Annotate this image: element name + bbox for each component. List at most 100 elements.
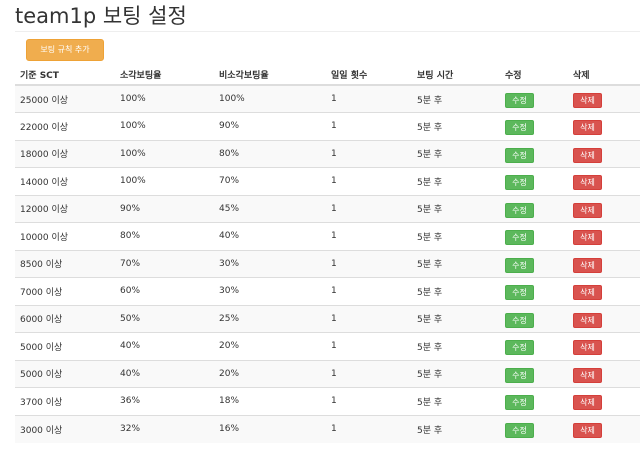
cell-base-sct: 14000 이상: [15, 167, 115, 195]
cell-edit: 수정: [500, 249, 568, 278]
edit-button[interactable]: 수정: [505, 367, 534, 383]
delete-button[interactable]: 삭제: [573, 147, 602, 163]
cell-delete: 삭제: [568, 84, 640, 113]
table-row: 6000 이상 50% 25% 1 5분 후 수정 삭제: [15, 304, 640, 333]
edit-button[interactable]: 수정: [505, 202, 534, 218]
cell-burn-rate: 60%: [115, 277, 214, 305]
cell-delete: 삭제: [568, 222, 640, 250]
edit-button[interactable]: 수정: [505, 230, 534, 246]
cell-edit: 수정: [500, 332, 568, 360]
table-row: 18000 이상 100% 80% 1 5분 후 수정 삭제: [15, 139, 640, 168]
page: team1p 보팅 설정 보팅 규칙 추가 기준 SCT 소각보팅율 비소각보팅…: [0, 0, 640, 463]
cell-daily-count: 1: [326, 387, 412, 415]
cell-burn-rate: 32%: [115, 414, 214, 443]
edit-button[interactable]: 수정: [505, 257, 534, 273]
table-row: 3000 이상 32% 16% 1 5분 후 수정 삭제: [15, 414, 640, 443]
cell-delete: 삭제: [568, 139, 640, 168]
table-row: 5000 이상 40% 20% 1 5분 후 수정 삭제: [15, 359, 640, 388]
cell-base-sct: 18000 이상: [15, 139, 115, 168]
delete-button[interactable]: 삭제: [573, 257, 602, 273]
cell-voting-time: 5분 후: [412, 414, 500, 443]
cell-edit: 수정: [500, 112, 568, 140]
delete-button[interactable]: 삭제: [573, 367, 602, 383]
cell-nonburn-rate: 30%: [214, 277, 326, 305]
cell-voting-time: 5분 후: [412, 304, 500, 333]
edit-button[interactable]: 수정: [505, 395, 534, 411]
cell-delete: 삭제: [568, 167, 640, 195]
edit-button[interactable]: 수정: [505, 175, 534, 191]
edit-button[interactable]: 수정: [505, 340, 534, 356]
table-header-row: 기준 SCT 소각보팅율 비소각보팅율 일일 횟수 보팅 시간 수정 삭제: [15, 64, 640, 86]
header-edit: 수정: [500, 64, 568, 86]
delete-button[interactable]: 삭제: [573, 395, 602, 411]
cell-edit: 수정: [500, 84, 568, 113]
add-voting-rule-button[interactable]: 보팅 규칙 추가: [26, 39, 104, 61]
delete-button[interactable]: 삭제: [573, 202, 602, 218]
cell-burn-rate: 70%: [115, 249, 214, 278]
delete-button[interactable]: 삭제: [573, 120, 602, 136]
delete-button[interactable]: 삭제: [573, 93, 602, 108]
cell-voting-time: 5분 후: [412, 277, 500, 305]
header-base-sct: 기준 SCT: [15, 64, 115, 86]
table-row: 22000 이상 100% 90% 1 5분 후 수정 삭제: [15, 112, 640, 140]
cell-daily-count: 1: [326, 194, 412, 223]
table-row: 3700 이상 36% 18% 1 5분 후 수정 삭제: [15, 387, 640, 415]
cell-voting-time: 5분 후: [412, 84, 500, 113]
cell-daily-count: 1: [326, 167, 412, 195]
cell-base-sct: 5000 이상: [15, 332, 115, 360]
cell-base-sct: 22000 이상: [15, 112, 115, 140]
cell-daily-count: 1: [326, 359, 412, 388]
edit-button[interactable]: 수정: [505, 285, 534, 301]
delete-button[interactable]: 삭제: [573, 312, 602, 328]
table-row: 14000 이상 100% 70% 1 5분 후 수정 삭제: [15, 167, 640, 195]
header-daily-count: 일일 횟수: [326, 64, 412, 86]
cell-edit: 수정: [500, 222, 568, 250]
edit-button[interactable]: 수정: [505, 312, 534, 328]
table-body: 25000 이상 100% 100% 1 5분 후 수정 삭제 22000 이상 100% 90%…: [15, 84, 640, 443]
delete-button[interactable]: 삭제: [573, 175, 602, 191]
cell-burn-rate: 40%: [115, 332, 214, 360]
edit-button[interactable]: 수정: [505, 423, 534, 438]
cell-daily-count: 1: [326, 277, 412, 305]
cell-burn-rate: 90%: [115, 194, 214, 223]
cell-nonburn-rate: 25%: [214, 304, 326, 333]
cell-base-sct: 3700 이상: [15, 387, 115, 415]
edit-button[interactable]: 수정: [505, 147, 534, 163]
cell-base-sct: 10000 이상: [15, 222, 115, 250]
cell-delete: 삭제: [568, 249, 640, 278]
cell-voting-time: 5분 후: [412, 249, 500, 278]
delete-button[interactable]: 삭제: [573, 340, 602, 356]
delete-button[interactable]: 삭제: [573, 230, 602, 246]
cell-edit: 수정: [500, 139, 568, 168]
cell-burn-rate: 40%: [115, 359, 214, 388]
table-row: 10000 이상 80% 40% 1 5분 후 수정 삭제: [15, 222, 640, 250]
cell-burn-rate: 100%: [115, 139, 214, 168]
header-voting-time: 보팅 시간: [412, 64, 500, 86]
cell-daily-count: 1: [326, 222, 412, 250]
cell-voting-time: 5분 후: [412, 387, 500, 415]
cell-base-sct: 7000 이상: [15, 277, 115, 305]
delete-button[interactable]: 삭제: [573, 423, 602, 438]
cell-delete: 삭제: [568, 332, 640, 360]
cell-voting-time: 5분 후: [412, 167, 500, 195]
cell-base-sct: 25000 이상: [15, 84, 115, 113]
cell-burn-rate: 100%: [115, 84, 214, 113]
cell-daily-count: 1: [326, 332, 412, 360]
cell-nonburn-rate: 30%: [214, 249, 326, 278]
cell-nonburn-rate: 70%: [214, 167, 326, 195]
edit-button[interactable]: 수정: [505, 120, 534, 136]
cell-edit: 수정: [500, 387, 568, 415]
table-row: 5000 이상 40% 20% 1 5분 후 수정 삭제: [15, 332, 640, 360]
cell-daily-count: 1: [326, 84, 412, 113]
cell-voting-time: 5분 후: [412, 332, 500, 360]
cell-burn-rate: 100%: [115, 167, 214, 195]
cell-base-sct: 8500 이상: [15, 249, 115, 278]
cell-base-sct: 5000 이상: [15, 359, 115, 388]
cell-delete: 삭제: [568, 359, 640, 388]
cell-edit: 수정: [500, 277, 568, 305]
delete-button[interactable]: 삭제: [573, 285, 602, 301]
edit-button[interactable]: 수정: [505, 93, 534, 108]
cell-daily-count: 1: [326, 139, 412, 168]
page-title: team1p 보팅 설정: [15, 4, 187, 28]
cell-nonburn-rate: 16%: [214, 414, 326, 443]
